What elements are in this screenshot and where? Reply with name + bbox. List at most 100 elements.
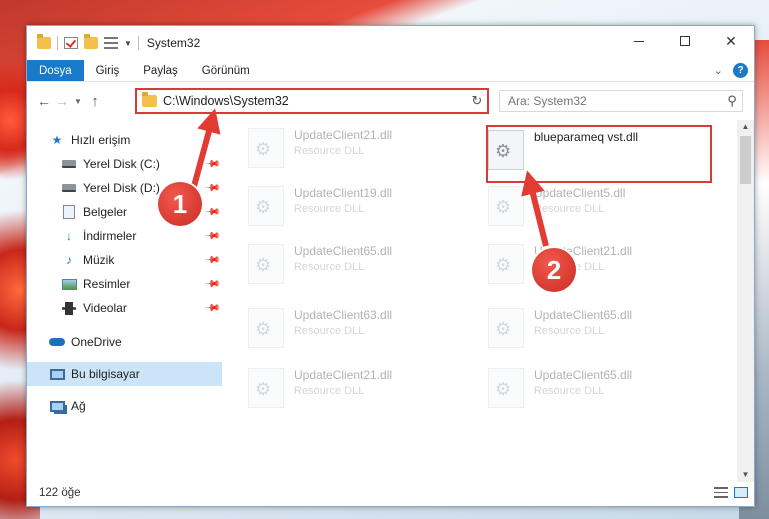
sidebar-item-label: Videolar — [83, 301, 127, 315]
toolbar-separator — [57, 36, 58, 50]
file-name: UpdateClient65.dll — [294, 244, 393, 258]
music-icon: ♪ — [66, 253, 72, 267]
ribbon-tabs: Dosya Giriş Paylaş Görünüm ⌄ ? — [27, 60, 754, 82]
search-box[interactable]: ⚲ — [499, 90, 743, 112]
document-icon — [63, 205, 75, 219]
quick-access-dropdown-icon[interactable]: ▼ — [124, 39, 132, 48]
minimize-button[interactable] — [616, 26, 662, 56]
quick-access-toolbar: ▼ — [27, 26, 139, 60]
file-item[interactable]: UpdateClient21.dllResource DLL — [244, 126, 474, 172]
file-item[interactable]: UpdateClient19.dll Resource DLL — [244, 184, 474, 230]
sidebar-item-label: Yerel Disk (C:) — [83, 157, 160, 171]
file-list: UpdateClient21.dll Resource DLL UpdateCli… — [222, 120, 756, 482]
maximize-icon — [680, 36, 690, 46]
address-path[interactable]: C:\Windows\System32 — [163, 94, 289, 108]
vertical-scrollbar[interactable]: ▲ ▼ — [737, 120, 754, 482]
file-item[interactable]: UpdateClient65.dll Resource DLL — [484, 306, 714, 352]
folder-icon — [37, 34, 51, 49]
file-item[interactable]: UpdateClient21.dllResource DLL — [244, 366, 474, 412]
sidebar-item-quick-access[interactable]: ★ Hızlı erişim — [27, 128, 222, 152]
scroll-thumb[interactable] — [740, 136, 751, 184]
item-count: 122 öğe — [39, 487, 81, 499]
download-icon: ↓ — [66, 229, 72, 243]
file-item[interactable]: UpdateClient5.dll Resource DLL — [484, 184, 714, 230]
tab-share[interactable]: Paylaş — [131, 60, 190, 81]
file-item[interactable]: UpdateClient65.dll Resource DLL — [244, 242, 474, 288]
sidebar-item-label: Resimler — [83, 277, 131, 291]
status-bar: 122 öğe — [27, 480, 756, 506]
dll-file-icon — [248, 368, 284, 408]
sidebar-item-videos[interactable]: Videolar 📌 — [27, 296, 222, 320]
computer-icon — [49, 368, 65, 380]
pin-icon[interactable]: 📌 — [203, 252, 220, 269]
search-icon[interactable]: ⚲ — [722, 93, 742, 109]
refresh-icon: ↻ — [471, 93, 483, 108]
forward-arrow-icon[interactable]: → — [53, 93, 71, 109]
recent-locations-chevron-icon[interactable]: ▼ — [71, 97, 85, 106]
tiles-view-icon[interactable] — [734, 487, 748, 498]
sidebar-item-network[interactable]: Ağ — [27, 394, 222, 418]
search-input[interactable] — [508, 94, 722, 108]
target-file-highlight — [486, 125, 712, 183]
sidebar-item-label: Müzik — [83, 253, 115, 267]
minimize-icon — [634, 40, 644, 42]
file-type: Resource DLL — [294, 261, 365, 273]
pin-icon[interactable]: 📌 — [203, 276, 220, 293]
close-button[interactable]: ✕ — [708, 26, 754, 56]
tab-home[interactable]: Giriş — [84, 60, 132, 81]
maximize-button[interactable] — [662, 26, 708, 56]
sidebar-item-label: Belgeler — [83, 205, 128, 219]
scroll-up-icon[interactable]: ▲ — [737, 120, 754, 134]
file-type: Resource DLL — [294, 385, 365, 397]
network-icon — [49, 400, 65, 412]
file-name: UpdateClient5.dll — [534, 186, 626, 200]
toolbar-separator — [137, 36, 139, 50]
file-type: Resource DLL — [534, 385, 605, 397]
details-view-icon[interactable] — [714, 487, 728, 498]
file-type: Resource DLL — [534, 325, 605, 337]
expand-ribbon-chevron-icon[interactable]: ⌄ — [714, 64, 723, 77]
properties-check-icon[interactable] — [64, 37, 78, 49]
dll-file-icon — [248, 244, 284, 284]
sidebar-item-pictures[interactable]: Resimler 📌 — [27, 272, 222, 296]
file-item[interactable]: UpdateClient63.dll Resource DLL — [244, 306, 474, 352]
sidebar-item-label: İndirmeler — [83, 229, 137, 243]
file-name: UpdateClient63.dll — [294, 308, 393, 322]
main-area: ★ Hızlı erişim Yerel Disk (C:) 📌 Yerel D… — [27, 120, 756, 482]
address-bar[interactable]: C:\Windows\System32 ⌄ — [135, 88, 487, 114]
file-type: Resource DLL — [294, 145, 365, 157]
pin-icon[interactable]: 📌 — [203, 228, 220, 245]
tab-file[interactable]: Dosya — [27, 60, 84, 81]
tab-view[interactable]: Görünüm — [190, 60, 262, 81]
new-folder-icon[interactable] — [84, 34, 98, 49]
back-arrow-icon[interactable]: ← — [35, 93, 53, 109]
refresh-button[interactable]: ↻ — [467, 88, 489, 114]
dll-file-icon — [488, 186, 524, 226]
dll-file-icon — [248, 186, 284, 226]
file-item[interactable]: UpdateClient65.dll Resource DLL — [484, 366, 714, 412]
sidebar-item-label: OneDrive — [71, 335, 122, 349]
up-arrow-icon[interactable]: ↑ — [85, 93, 105, 110]
file-name: UpdateClient65.dll — [534, 308, 633, 322]
sidebar-item-this-pc[interactable]: Bu bilgisayar — [27, 362, 222, 386]
customize-icon[interactable] — [104, 37, 118, 49]
file-name: UpdateClient19.dll — [294, 186, 393, 200]
file-item[interactable]: UpdateClient21.dllResource DLL — [484, 242, 714, 288]
pin-icon[interactable]: 📌 — [203, 300, 220, 317]
callout-1: 1 — [158, 182, 202, 226]
dll-file-icon — [248, 308, 284, 348]
pin-icon[interactable]: 📌 — [203, 180, 220, 197]
sidebar-item-onedrive[interactable]: OneDrive — [27, 330, 222, 354]
window-title: System32 — [146, 36, 201, 50]
pin-icon[interactable]: 📌 — [203, 204, 220, 221]
help-icon[interactable]: ? — [733, 63, 748, 78]
drive-icon — [62, 184, 76, 192]
sidebar-item-music[interactable]: ♪ Müzik 📌 — [27, 248, 222, 272]
window-controls: ✕ — [616, 26, 754, 56]
explorer-window: ▼ System32 ✕ Dosya Giriş Paylaş Görünüm … — [26, 25, 755, 507]
sidebar-item-downloads[interactable]: ↓ İndirmeler 📌 — [27, 224, 222, 248]
pin-icon[interactable]: 📌 — [203, 156, 220, 173]
dll-file-icon — [488, 244, 524, 284]
sidebar-item-local-disk-c[interactable]: Yerel Disk (C:) 📌 — [27, 152, 222, 176]
view-buttons — [714, 487, 748, 498]
